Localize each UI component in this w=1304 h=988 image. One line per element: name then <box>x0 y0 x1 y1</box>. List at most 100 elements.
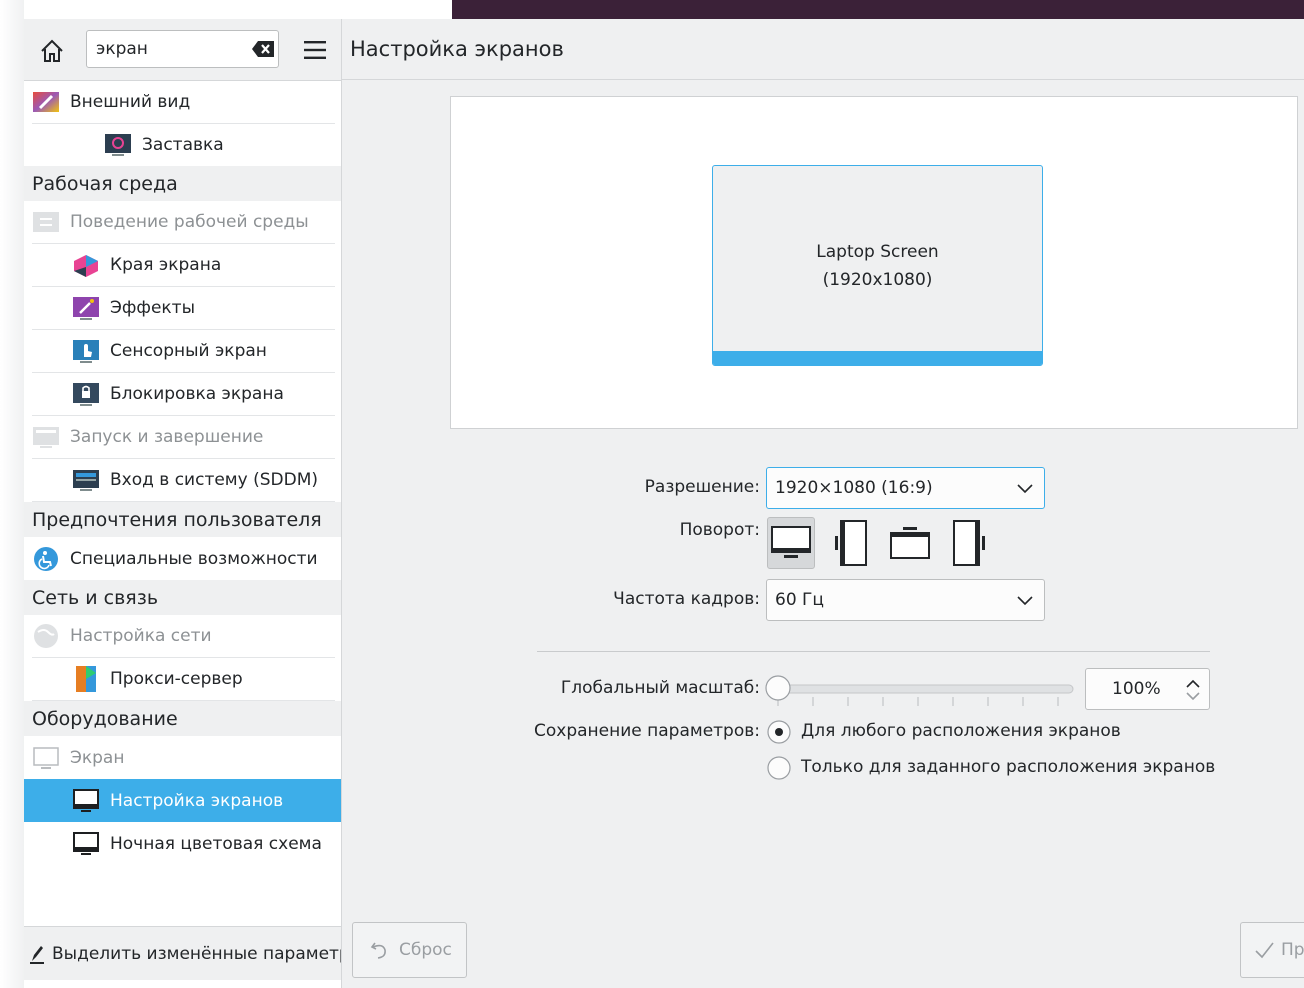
category-network: Сеть и связь <box>24 580 341 615</box>
sidebar-item-label: Вход в систему (SDDM) <box>110 470 319 490</box>
rotate-normal-icon <box>771 526 811 558</box>
rotation-inverted-button[interactable] <box>887 517 935 569</box>
radio-any-arrangement[interactable] <box>766 719 792 745</box>
slider-handle[interactable] <box>765 675 791 701</box>
reset-button[interactable]: Сброс <box>352 922 467 978</box>
checkmark-icon <box>1255 942 1274 959</box>
rotate-inverted-icon <box>890 527 930 559</box>
sidebar-header <box>24 19 341 81</box>
touchscreen-icon <box>73 340 99 363</box>
sidebar-item-effects[interactable]: Эффекты <box>32 287 335 330</box>
rotation-left-button[interactable] <box>827 517 875 569</box>
output-resolution: (1920x1080) <box>822 270 933 290</box>
sidebar-item-night-color[interactable]: Ночная цветовая схема <box>32 822 335 865</box>
hamburger-menu-icon[interactable] <box>303 39 327 61</box>
sidebar-item-label: Экран <box>70 747 125 768</box>
main-header: Настройка экранов <box>342 19 1304 80</box>
startup-shutdown-icon <box>33 427 59 448</box>
sidebar-item-label: Заставка <box>142 135 224 155</box>
globe-icon <box>34 624 58 648</box>
radio-specific-arrangement-label[interactable]: Только для заданного расположения экрано… <box>801 757 1215 777</box>
apply-button[interactable]: Применить <box>1240 922 1304 978</box>
sidebar-item-workspace-behavior[interactable]: Поведение рабочей среды <box>32 201 335 244</box>
resolution-select[interactable]: 1920×1080 (16:9) <box>766 467 1045 509</box>
lock-icon <box>73 383 99 406</box>
separator <box>537 651 1210 652</box>
sidebar-item-accessibility[interactable]: Специальные возможности <box>32 537 335 580</box>
spin-arrows-icon[interactable] <box>1185 677 1201 703</box>
sidebar-item-network-settings[interactable]: Настройка сети <box>32 615 335 658</box>
save-settings-label: Сохранение параметров: <box>533 721 760 741</box>
sidebar-item-label: Запуск и завершение <box>70 427 264 447</box>
accessibility-icon <box>34 546 58 571</box>
backspace-clear-icon[interactable] <box>251 40 275 58</box>
sidebar-item-label: Настройка экранов <box>110 790 284 811</box>
home-icon[interactable] <box>38 37 66 65</box>
sidebar-item-label: Края экрана <box>110 255 222 275</box>
rotation-normal-button[interactable] <box>767 517 815 569</box>
window-titlebar-strip <box>452 0 1304 19</box>
category-user-preferences: Предпочтения пользователя <box>24 502 341 537</box>
radio-specific-arrangement[interactable] <box>766 755 792 781</box>
resolution-value: 1920×1080 (16:9) <box>775 478 933 498</box>
sidebar-item-label: Блокировка экрана <box>110 384 284 404</box>
global-scale-label: Глобальный масштаб: <box>560 678 760 698</box>
output-label: Laptop Screen (1920x1080) <box>713 238 1042 294</box>
sidebar-item-screensaver[interactable]: Заставка <box>32 124 335 167</box>
rotate-right-icon <box>953 520 985 566</box>
sidebar-item-display-config[interactable]: Настройка экранов <box>24 779 341 822</box>
sidebar-item-startup-shutdown[interactable]: Запуск и завершение <box>32 416 335 459</box>
rotate-left-icon <box>835 520 867 566</box>
output-name: Laptop Screen <box>816 242 939 262</box>
login-screen-icon <box>73 470 99 491</box>
sidebar-item-proxy[interactable]: Прокси-сервер <box>32 658 335 701</box>
sidebar-nav-list: Рабочая среда Поведение рабочей среды Кр… <box>24 166 341 865</box>
radio-any-arrangement-label[interactable]: Для любого расположения экранов <box>801 721 1121 741</box>
chevron-down-icon <box>1017 596 1033 606</box>
sidebar-item-label: Настройка сети <box>70 626 212 646</box>
sidebar-nav: Внешний вид Заставка <box>24 81 341 167</box>
sidebar-item-appearance[interactable]: Внешний вид <box>32 81 335 124</box>
page-title: Настройка экранов <box>350 37 564 61</box>
window-edge <box>0 0 24 988</box>
sidebar-item-label: Поведение рабочей среды <box>70 212 309 232</box>
screensaver-icon <box>105 134 131 156</box>
refresh-rate-value: 60 Гц <box>775 590 824 610</box>
monitor-icon <box>73 831 99 855</box>
rotation-right-button[interactable] <box>947 517 995 569</box>
sidebar-item-label: Ночная цветовая схема <box>110 833 322 854</box>
undo-icon <box>370 942 386 959</box>
sidebar-item-screen-lock[interactable]: Блокировка экрана <box>32 373 335 416</box>
sidebar-item-display[interactable]: Экран <box>32 736 335 779</box>
sidebar-item-label: Сенсорный экран <box>110 341 267 361</box>
effects-icon <box>73 297 99 320</box>
category-hardware: Оборудование <box>24 701 341 736</box>
sidebar-item-screen-edges[interactable]: Края экрана <box>32 244 335 287</box>
sidebar-item-touchscreen[interactable]: Сенсорный экран <box>32 330 335 373</box>
screen-edges-icon <box>74 255 98 277</box>
display-arrangement-view: Laptop Screen (1920x1080) <box>450 96 1298 429</box>
proxy-icon <box>76 666 96 692</box>
highlight-changed-label: Выделить изменённые параметры <box>52 943 341 964</box>
monitor-icon <box>73 788 99 812</box>
apply-label: Применить <box>1281 940 1304 960</box>
refresh-rate-select[interactable]: 60 Гц <box>766 579 1045 621</box>
category-workspace: Рабочая среда <box>24 166 341 201</box>
sidebar-item-label: Эффекты <box>110 298 195 318</box>
resolution-label: Разрешение: <box>644 477 760 497</box>
refresh-rate-label: Частота кадров: <box>613 589 760 609</box>
sidebar-item-label: Специальные возможности <box>70 548 318 569</box>
output-primary-bar <box>713 351 1042 365</box>
global-scale-spinbox[interactable]: 100% <box>1085 668 1210 710</box>
rotation-label: Поворот: <box>679 520 760 540</box>
pencil-icon <box>30 945 44 964</box>
global-scale-value: 100% <box>1112 679 1161 699</box>
sidebar-item-login-sddm[interactable]: Вход в систему (SDDM) <box>32 459 335 502</box>
output-laptop-screen[interactable]: Laptop Screen (1920x1080) <box>712 165 1043 366</box>
reset-label: Сброс <box>399 940 452 960</box>
appearance-icon <box>33 92 59 112</box>
workspace-behavior-icon <box>33 212 59 232</box>
highlight-changed-toggle[interactable]: Выделить изменённые параметры <box>24 926 341 980</box>
monitor-icon <box>33 746 59 769</box>
global-scale-slider[interactable] <box>765 673 1075 709</box>
